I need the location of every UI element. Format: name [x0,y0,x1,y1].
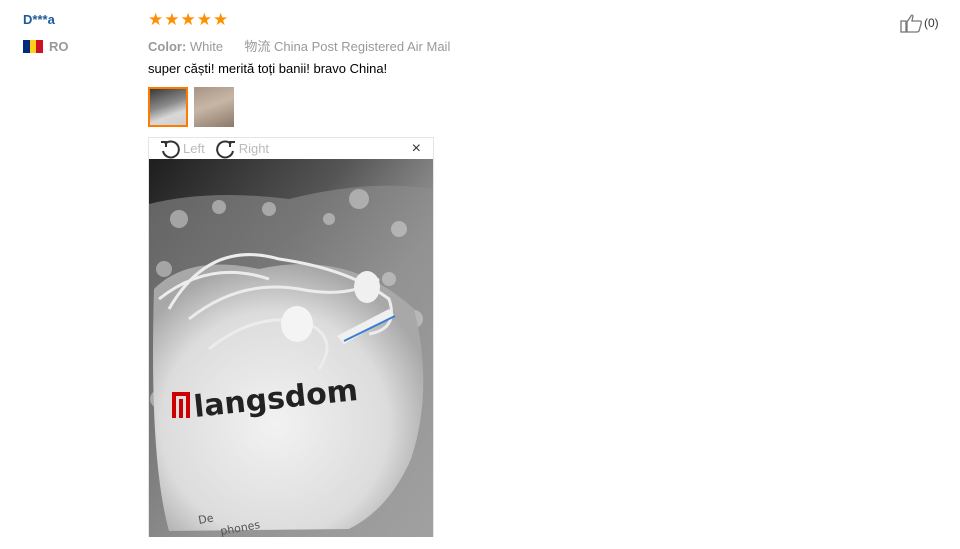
review-photo: langsdom De phones [149,159,433,537]
star-icon: ★ [180,10,196,29]
thumbnail-image [194,87,234,127]
rotate-right-icon [215,139,235,158]
rotate-left-label: Left [183,141,205,156]
earphones-photo: langsdom De phones [149,159,433,537]
review-text: super căști! merită toți banii! bravo Ch… [148,61,388,76]
shipping-icon: 物流 [244,39,271,54]
rotate-left-icon [161,139,180,158]
thumbnail-2[interactable] [194,87,234,127]
helpful-count: (0) [924,16,939,30]
viewer-toolbar: Left Right × [149,138,433,159]
rotate-right-label: Right [238,141,270,156]
thumbnail-image [150,89,186,125]
helpful-button[interactable]: (0) [900,13,939,33]
review-thumbnails [148,87,234,127]
thumbs-up-icon [900,14,922,33]
close-viewer-button[interactable]: × [412,140,421,158]
star-icon: ★ [148,10,164,29]
reviewer-country: RO [23,39,69,54]
image-viewer: Left Right × langsdom De phones [148,137,434,537]
star-icon: ★ [196,10,212,29]
rotate-right-button[interactable]: Right [215,139,269,159]
star-icon: ★ [213,10,229,29]
thumbnail-1[interactable] [148,87,188,127]
review-meta: Color: White 物流 China Post Registered Ai… [148,36,450,55]
rotate-left-button[interactable]: Left [159,139,205,159]
bag-text-1: De [197,511,214,526]
country-code: RO [49,39,69,54]
star-rating: ★ ★ ★ ★ ★ [148,11,228,29]
color-value: White [189,39,224,54]
reviewer-name: D***a [23,12,55,27]
star-icon: ★ [164,10,180,29]
romania-flag-icon [23,40,44,53]
shipping-value: China Post Registered Air Mail [274,39,451,54]
color-label: Color: [148,39,187,54]
